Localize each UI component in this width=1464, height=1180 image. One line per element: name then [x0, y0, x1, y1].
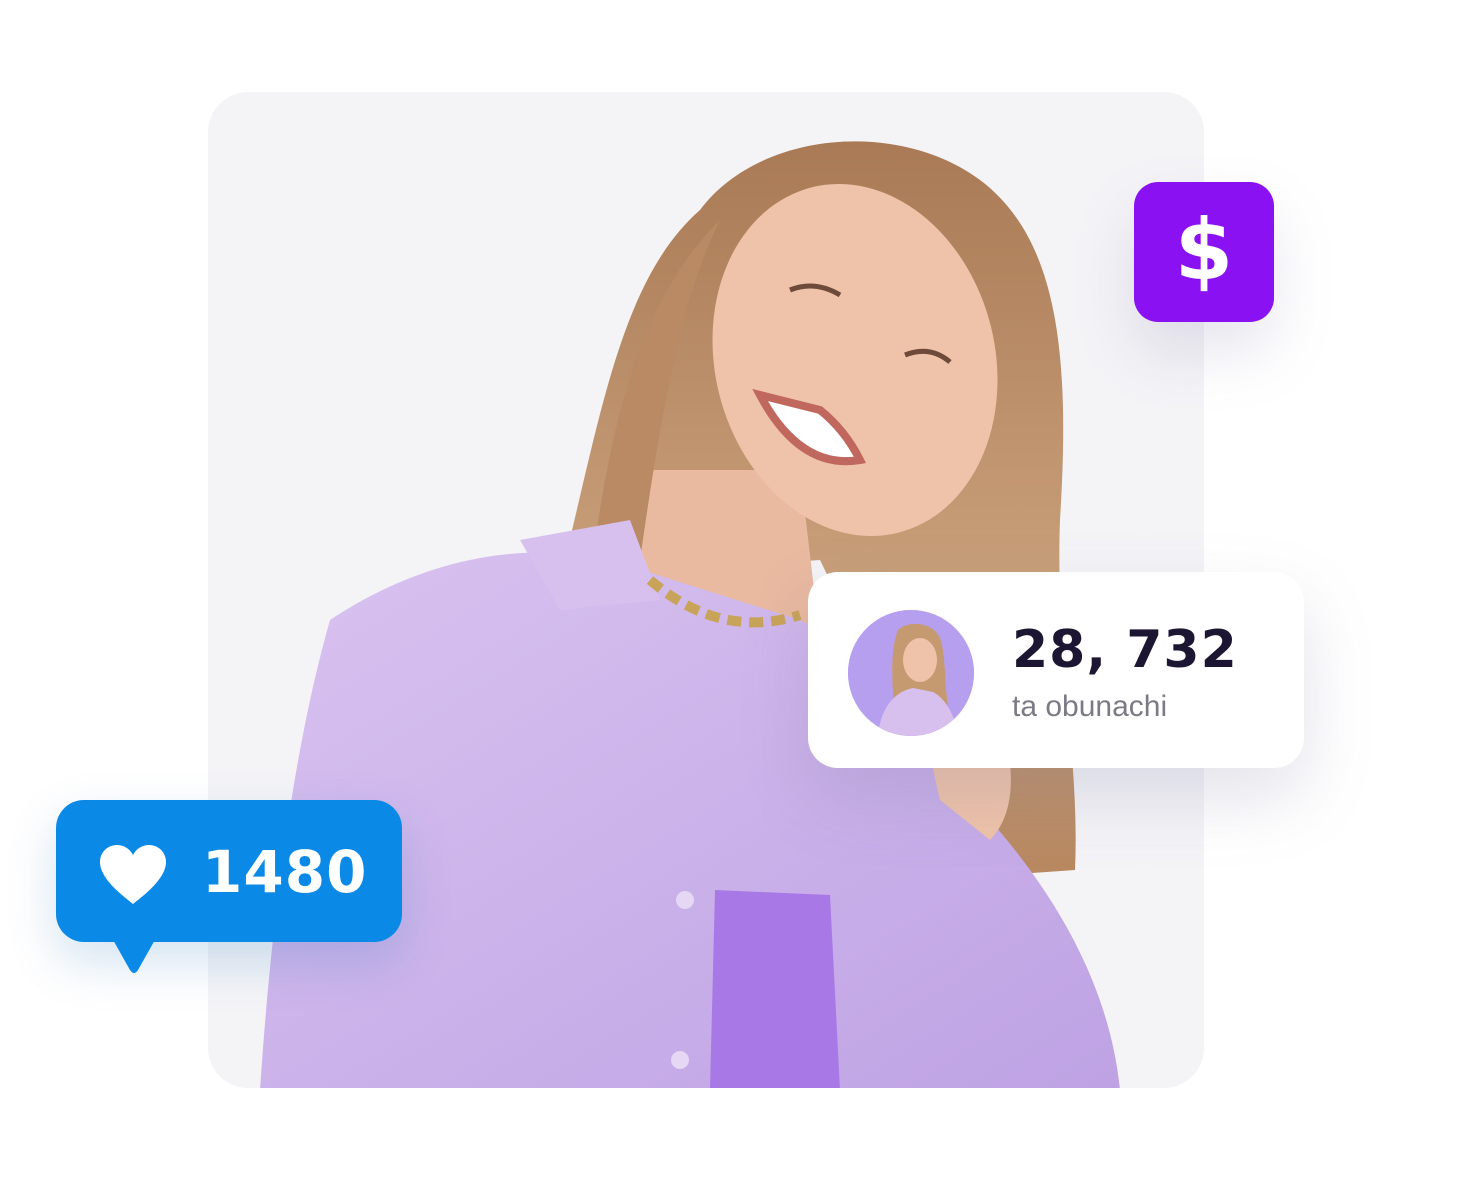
followers-count: 28, 732: [1012, 620, 1238, 680]
like-bubble: 1480: [56, 800, 402, 942]
money-badge: $: [1134, 182, 1274, 322]
like-bubble-tail: [112, 938, 156, 973]
promo-illustration: $ 28, 732 ta obunachi 1480: [0, 0, 1464, 1180]
like-count: 1480: [202, 838, 368, 906]
heart-icon: [100, 845, 166, 904]
avatar: [848, 610, 974, 736]
followers-label: ta obunachi: [1012, 690, 1168, 723]
dollar-icon: $: [1174, 201, 1234, 299]
followers-card: 28, 732 ta obunachi: [808, 572, 1304, 768]
